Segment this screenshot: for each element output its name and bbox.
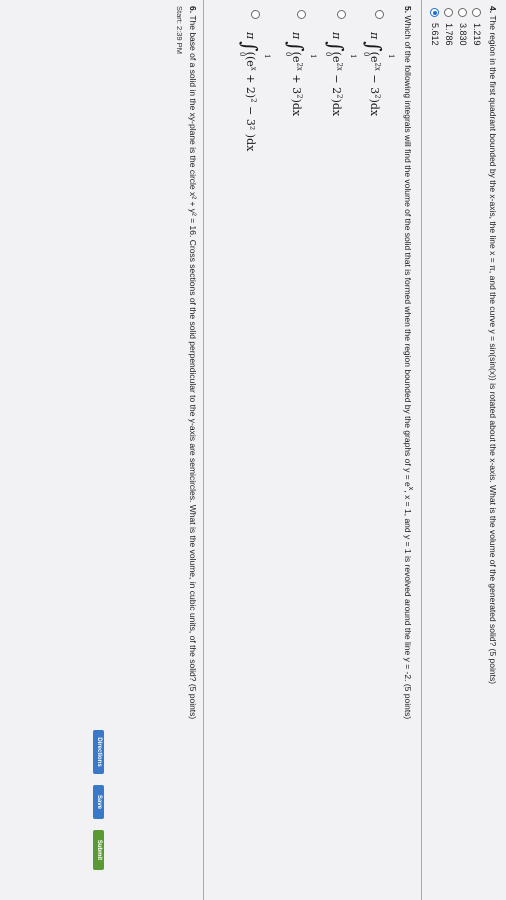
question-5-text-rest: , x = 1, and y = 1 is revolved around th…	[403, 490, 414, 720]
answer-option[interactable]: 5.612	[430, 8, 440, 46]
question-4-number: 4.	[488, 6, 498, 14]
integrand-exponent: 2x	[295, 62, 304, 71]
pi-symbol: π	[244, 32, 257, 40]
radio-button[interactable]	[337, 10, 346, 19]
save-button[interactable]: Save	[93, 785, 104, 819]
upper-limit: 1	[263, 54, 271, 59]
question-4-text: The region in the first quadrant bounded…	[488, 15, 498, 685]
upper-limit: 1	[387, 54, 395, 59]
question-5-text: Which of the following integrals will fi…	[403, 15, 414, 487]
lower-limit: 0	[362, 52, 370, 57]
divider	[203, 0, 204, 900]
divider	[421, 0, 422, 900]
integral-sign-icon: ∫	[362, 41, 386, 52]
submit-button[interactable]: Submit	[93, 830, 104, 870]
integral-expression: π∫ 1 0 ((ex + 2)2 − 3² )dx	[238, 32, 272, 151]
integral-expression: π∫ 1 0 (e2x − 32)dx	[362, 32, 396, 116]
integrand-end: )dx	[330, 98, 343, 117]
directions-button[interactable]: Directions	[93, 730, 104, 774]
radio-button[interactable]	[444, 8, 454, 17]
answer-option[interactable]: 1.219	[472, 8, 482, 46]
integral-sign-icon: ∫	[324, 41, 348, 52]
radio-button[interactable]	[297, 10, 306, 19]
answer-option-label: 5.612	[430, 23, 440, 46]
integrand-exponent: 2x	[335, 62, 344, 71]
pi-symbol: π	[368, 32, 381, 40]
integrand-tail: − 2	[330, 70, 343, 95]
start-time: Start: 2:39 PM	[175, 6, 184, 54]
integrand-tail: + 3	[290, 70, 303, 95]
pi-symbol: π	[330, 32, 343, 40]
question-5-number: 5.	[403, 6, 414, 14]
integrand-tail: − 3	[368, 70, 381, 95]
integrand-tail: + 2)	[244, 70, 257, 99]
integrand-end: − 3² )dx	[244, 102, 257, 152]
radio-button[interactable]	[251, 10, 260, 19]
question-6: 6. The base of a solid in the xy-plane i…	[187, 6, 198, 719]
integral-expression: π∫ 1 0 (e2x − 22)dx	[324, 32, 358, 116]
upper-limit: 1	[349, 54, 357, 59]
integral-expression: π∫ 1 0 (e2x + 32)dx	[284, 32, 318, 116]
radio-button[interactable]	[472, 8, 482, 17]
question-5: 5. Which of the following integrals will…	[402, 6, 416, 719]
radio-button[interactable]	[375, 10, 384, 19]
integrand-exponent: 2x	[373, 62, 382, 71]
lower-limit: 0	[324, 52, 332, 57]
integrand-end: )dx	[368, 98, 381, 117]
integral-sign-icon: ∫	[284, 41, 308, 52]
answer-option-label: 1.219	[472, 23, 482, 46]
answer-option[interactable]: 3.830	[458, 8, 468, 46]
answer-option[interactable]: 1.786	[444, 8, 454, 46]
pi-symbol: π	[290, 32, 303, 40]
question-6-number: 6.	[188, 6, 198, 14]
question-6-text: The base of a solid in the xy-plane is t…	[188, 15, 198, 720]
lower-limit: 0	[238, 52, 246, 57]
answer-option-label: 1.786	[444, 23, 454, 46]
upper-limit: 1	[309, 54, 317, 59]
integral-sign-icon: ∫	[238, 41, 262, 52]
integrand-end: )dx	[290, 98, 303, 117]
lower-limit: 0	[284, 52, 292, 57]
radio-button-selected[interactable]	[430, 8, 440, 17]
question-4: 4. The region in the first quadrant boun…	[487, 6, 498, 684]
screenshot-stage: ☺ W A ▣ ▶ ♫ ◉ ▤ ➶ ⚙ ◧ 🗑 4. The region in…	[0, 0, 506, 900]
answer-option-label: 3.830	[458, 23, 468, 46]
radio-button[interactable]	[458, 8, 468, 17]
quiz-page: 4. The region in the first quadrant boun…	[0, 0, 506, 900]
